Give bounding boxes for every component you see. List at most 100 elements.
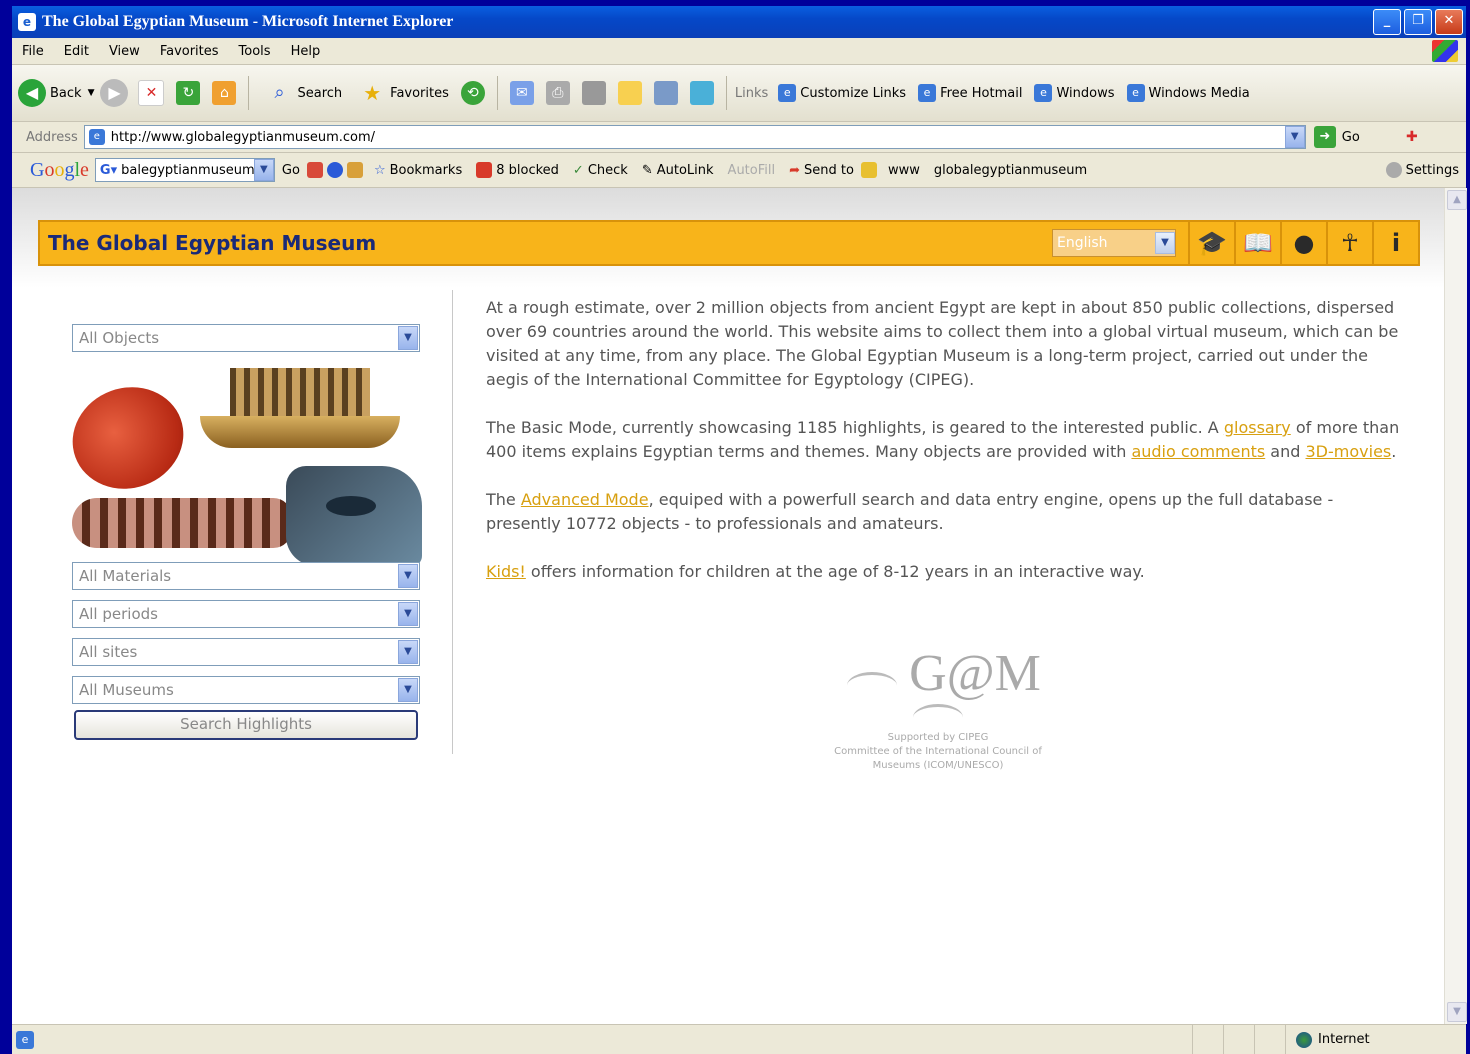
edit-button[interactable] bbox=[581, 81, 606, 105]
link-windows[interactable]: e Windows bbox=[1034, 84, 1115, 102]
google-toolbar: Google G▾ balegyptianmuseum ▼ Go ☆ Bookma… bbox=[12, 153, 1466, 188]
forward-button[interactable]: ▶ bbox=[100, 79, 129, 107]
globe-icon[interactable]: ● bbox=[1280, 222, 1326, 264]
back-button[interactable]: ◀ Back ▼ bbox=[18, 79, 94, 107]
maximize-button[interactable]: ❐ bbox=[1404, 9, 1432, 35]
left-wing-icon bbox=[847, 672, 898, 699]
gem-support-line-3: Museums (ICOM/UNESCO) bbox=[872, 760, 1004, 771]
toolbar-options-icon[interactable]: ✚ bbox=[1400, 125, 1424, 149]
history-button[interactable]: ⟲ bbox=[460, 81, 485, 105]
www-button[interactable]: www bbox=[888, 163, 920, 178]
objects-value: All Objects bbox=[79, 329, 160, 347]
chevron-down-icon[interactable]: ▼ bbox=[1284, 126, 1305, 148]
menu-tools[interactable]: Tools bbox=[229, 44, 281, 59]
bookmarks-button[interactable]: ☆ Bookmarks bbox=[374, 163, 462, 178]
glossary-link[interactable]: glossary bbox=[1224, 418, 1291, 437]
right-wing-icon bbox=[913, 704, 963, 731]
highlight-icon[interactable] bbox=[860, 162, 877, 178]
google-search-text[interactable]: balegyptianmuseum bbox=[121, 163, 254, 178]
chevron-down-icon[interactable]: ▼ bbox=[253, 159, 274, 181]
language-value: English bbox=[1057, 235, 1108, 251]
search-label: Search bbox=[297, 85, 343, 101]
autolink-label: AutoLink bbox=[656, 162, 714, 178]
3d-movies-link[interactable]: 3D-movies bbox=[1306, 442, 1392, 461]
title-bar: e The Global Egyptian Museum - Microsoft… bbox=[12, 6, 1466, 38]
spellcheck-button[interactable]: ✓ Check bbox=[573, 163, 628, 178]
pagerank-icon[interactable] bbox=[306, 162, 323, 178]
window-title: The Global Egyptian Museum - Microsoft I… bbox=[42, 13, 454, 30]
scroll-down-icon[interactable]: ▼ bbox=[1447, 1002, 1467, 1022]
popup-blocker-button[interactable]: 8 blocked bbox=[476, 162, 559, 178]
windows-logo-icon bbox=[1432, 40, 1458, 62]
home-button[interactable]: ⌂ bbox=[212, 81, 237, 105]
google-search-input[interactable]: G▾ balegyptianmuseum ▼ bbox=[94, 158, 275, 182]
scroll-up-icon[interactable]: ▲ bbox=[1447, 190, 1467, 210]
chevron-down-icon[interactable]: ▼ bbox=[1155, 232, 1175, 254]
materials-select[interactable]: All Materials ▼ bbox=[72, 562, 420, 590]
boat-model-artifact bbox=[200, 368, 400, 448]
stop-button[interactable]: ✕ bbox=[138, 80, 165, 106]
refresh-button[interactable]: ↻ bbox=[176, 81, 201, 105]
menu-help[interactable]: Help bbox=[281, 44, 331, 59]
sites-select[interactable]: All sites ▼ bbox=[72, 638, 420, 666]
advanced-mode-link[interactable]: Advanced Mode bbox=[521, 490, 649, 509]
google-go-button[interactable]: Go bbox=[282, 163, 300, 178]
page-content: The Global Egyptian Museum English ▼ 🎓 📖… bbox=[12, 188, 1444, 1024]
link-label: Windows Media bbox=[1148, 85, 1250, 101]
mail-button[interactable]: ✉ bbox=[509, 81, 534, 105]
folder-button[interactable] bbox=[617, 81, 642, 105]
objects-select[interactable]: All Objects ▼ bbox=[72, 324, 420, 352]
chevron-down-icon[interactable]: ▼ bbox=[398, 640, 418, 664]
link-free-hotmail[interactable]: e Free Hotmail bbox=[918, 84, 1022, 102]
options-icon[interactable] bbox=[346, 162, 363, 178]
text-segment: . bbox=[1391, 442, 1397, 461]
search-highlights-button[interactable]: Search Highlights bbox=[74, 710, 418, 740]
page-status-icon: e bbox=[16, 1030, 34, 1049]
intro-paragraph-1: At a rough estimate, over 2 million obje… bbox=[486, 298, 1399, 389]
chevron-down-icon[interactable]: ▼ bbox=[398, 678, 418, 702]
address-input[interactable]: e http://www.globalegyptianmuseum.com/ ▼ bbox=[83, 125, 1306, 149]
link-windows-media[interactable]: e Windows Media bbox=[1126, 84, 1250, 102]
menu-view[interactable]: View bbox=[99, 44, 150, 59]
book-icon[interactable]: 📖 bbox=[1234, 222, 1280, 264]
intro-paragraph-3: The Advanced Mode, equiped with a powerf… bbox=[486, 488, 1406, 536]
favorites-button[interactable]: ★ Favorites bbox=[354, 81, 449, 105]
send-icon: ➦ bbox=[789, 162, 801, 178]
autofill-button[interactable]: AutoFill bbox=[728, 163, 776, 178]
text-segment: and bbox=[1265, 442, 1306, 461]
sendto-button[interactable]: ➦ Send to bbox=[789, 163, 854, 178]
menu-file[interactable]: File bbox=[12, 44, 54, 59]
page-title: The Global Egyptian Museum bbox=[48, 231, 377, 255]
link-customize-links[interactable]: e Customize Links bbox=[778, 84, 906, 102]
site-search-button[interactable]: globalegyptianmuseum bbox=[934, 163, 1087, 178]
info-icon[interactable]: i bbox=[1372, 222, 1418, 264]
periods-select[interactable]: All periods ▼ bbox=[72, 600, 420, 628]
settings-button[interactable]: Settings bbox=[1385, 162, 1459, 178]
address-url[interactable]: http://www.globalegyptianmuseum.com/ bbox=[111, 130, 1285, 145]
menu-favorites[interactable]: Favorites bbox=[150, 44, 229, 59]
minimize-button[interactable]: _ bbox=[1373, 9, 1401, 35]
language-select[interactable]: English ▼ bbox=[1052, 229, 1176, 257]
close-button[interactable]: ✕ bbox=[1435, 9, 1463, 35]
mummy-artifact bbox=[72, 498, 292, 548]
autolink-button[interactable]: ✎ AutoLink bbox=[642, 163, 714, 178]
search-button[interactable]: ⌕ Search bbox=[261, 81, 342, 105]
menu-edit[interactable]: Edit bbox=[54, 44, 99, 59]
messenger-button[interactable] bbox=[689, 81, 714, 105]
audio-comments-link[interactable]: audio comments bbox=[1131, 442, 1265, 461]
news-icon[interactable] bbox=[326, 162, 343, 178]
menu-bar: File Edit View Favorites Tools Help bbox=[12, 38, 1466, 65]
figure-icon[interactable]: ☥ bbox=[1326, 222, 1372, 264]
go-button[interactable]: ➜ Go bbox=[1313, 126, 1360, 148]
chevron-down-icon[interactable]: ▼ bbox=[398, 326, 418, 350]
chevron-down-icon[interactable]: ▼ bbox=[398, 564, 418, 588]
museums-select[interactable]: All Museums ▼ bbox=[72, 676, 420, 704]
print-button[interactable]: ⎙ bbox=[545, 81, 570, 105]
research-button[interactable] bbox=[653, 81, 678, 105]
graduation-cap-icon[interactable]: 🎓 bbox=[1188, 222, 1234, 264]
status-pane bbox=[1254, 1025, 1285, 1054]
vertical-scrollbar[interactable]: ▲ ▼ bbox=[1444, 188, 1467, 1024]
chevron-down-icon[interactable]: ▼ bbox=[398, 602, 418, 626]
ie-page-icon: e bbox=[1126, 84, 1145, 102]
kids-link[interactable]: Kids! bbox=[486, 562, 526, 581]
